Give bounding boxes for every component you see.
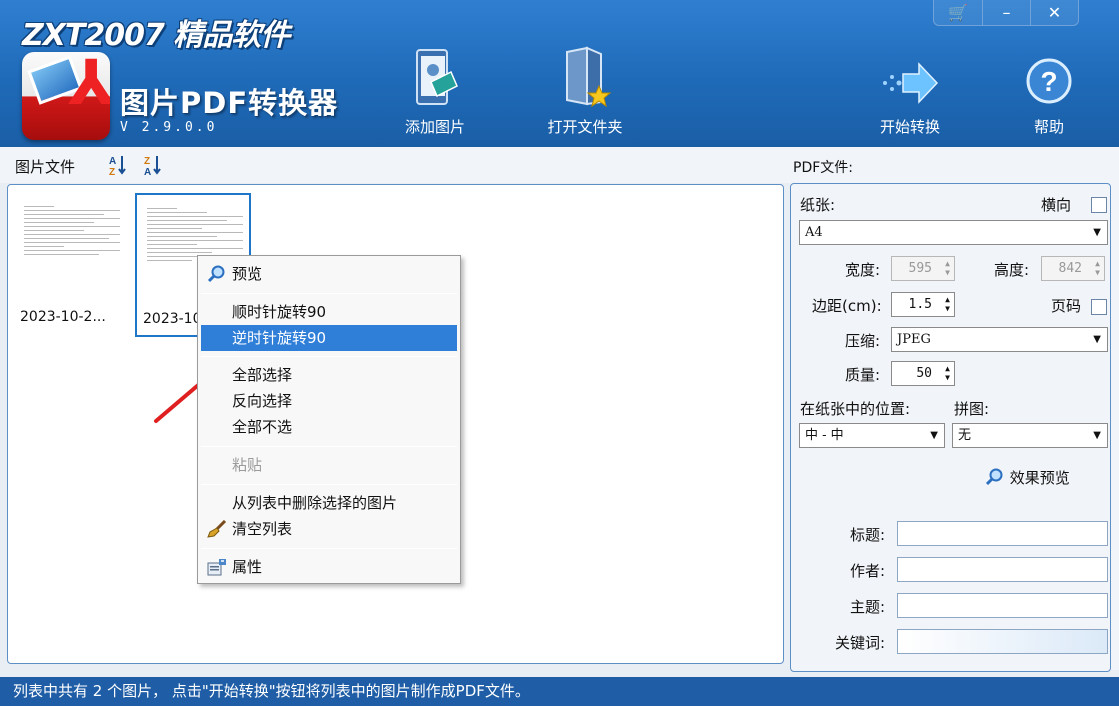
add-image-icon xyxy=(407,46,463,110)
open-folder-icon xyxy=(557,46,613,110)
menu-separator xyxy=(201,484,457,485)
sort-az-icon: A Z xyxy=(109,156,126,178)
margin-stepper[interactable]: 1.5 ▲ ▼ xyxy=(891,292,955,317)
svg-text:A: A xyxy=(109,156,116,167)
broom-icon xyxy=(207,519,227,538)
add-images-button[interactable]: 添加图片 xyxy=(380,46,490,137)
quality-label: 质量: xyxy=(845,366,881,384)
width-label: 宽度: xyxy=(845,261,881,279)
compress-select[interactable]: JPEG ▼ xyxy=(891,327,1108,352)
app-title: 图片PDF转换器 xyxy=(120,86,339,120)
svg-text:Z: Z xyxy=(144,156,150,167)
start-convert-label: 开始转换 xyxy=(879,118,940,136)
menu-item-select-all[interactable]: 全部选择 xyxy=(201,362,457,388)
image-thumbnail xyxy=(20,203,124,297)
quality-stepper[interactable]: 50 ▲ ▼ xyxy=(891,361,955,386)
dropdown-arrow-icon: ▼ xyxy=(930,430,938,441)
menu-item-preview[interactable]: 预览 xyxy=(201,261,457,287)
position-select[interactable]: 中 - 中 ▼ xyxy=(799,423,945,448)
meta-author-input[interactable] xyxy=(897,557,1108,582)
meta-subject-label: 主题: xyxy=(850,598,886,616)
meta-title-input[interactable] xyxy=(897,521,1108,546)
sort-ascending-button[interactable]: A Z xyxy=(108,154,128,178)
properties-icon xyxy=(207,558,227,576)
svg-text:?: ? xyxy=(1040,66,1057,97)
landscape-checkbox[interactable] xyxy=(1091,197,1107,213)
brand-text: ZXT2007 精品软件 xyxy=(22,18,290,53)
menu-separator xyxy=(201,293,457,294)
meta-author-label: 作者: xyxy=(850,562,886,580)
pdf-section-title: PDF文件: xyxy=(793,160,853,176)
position-label: 在纸张中的位置: xyxy=(800,400,911,418)
help-label: 帮助 xyxy=(1033,118,1064,136)
app-version: V 2.9.0.0 xyxy=(120,120,218,135)
thumbnail-caption: 2023-10 xyxy=(143,311,202,327)
header-banner: ZXT2007 精品软件 ⅄ 图片PDF转换器 V 2.9.0.0 🛒 – ✕ … xyxy=(0,0,1119,147)
height-stepper: 842 ▲ ▼ xyxy=(1041,256,1105,281)
width-stepper: 595 ▲ ▼ xyxy=(891,256,955,281)
spin-arrows-icon: ▲ ▼ xyxy=(945,259,950,277)
paper-size-select[interactable]: A4 ▼ xyxy=(799,220,1108,245)
menu-item-rotate-clockwise[interactable]: 顺时针旋转90 xyxy=(201,299,457,325)
meta-title-label: 标题: xyxy=(850,526,886,544)
context-menu: 预览 顺时针旋转90 逆时针旋转90 全部选择 反向选择 全部不选 粘贴 从列表… xyxy=(197,255,461,584)
minimize-button[interactable]: – xyxy=(982,0,1030,25)
landscape-label: 横向 xyxy=(1041,196,1072,214)
tile-select[interactable]: 无 ▼ xyxy=(952,423,1108,448)
thumbnail-caption: 2023-10-2... xyxy=(20,309,106,325)
pdf-settings-panel: PDF文件: 纸张: 横向 A4 ▼ 宽度: 595 ▲ ▼ 高度: 842 ▲ ▼ 边距… xyxy=(790,147,1119,672)
menu-separator xyxy=(201,548,457,549)
dropdown-arrow-icon: ▼ xyxy=(1093,334,1101,345)
menu-item-rotate-counterclockwise[interactable]: 逆时针旋转90 xyxy=(201,325,457,351)
paper-label: 纸张: xyxy=(800,196,836,214)
dropdown-arrow-icon: ▼ xyxy=(1093,227,1101,238)
page-number-checkbox[interactable] xyxy=(1091,299,1107,315)
close-button[interactable]: ✕ xyxy=(1030,0,1078,25)
tile-label: 拼图: xyxy=(954,400,990,418)
spin-arrows-icon: ▲ ▼ xyxy=(1095,259,1100,277)
spin-arrows-icon: ▲ ▼ xyxy=(945,295,950,313)
menu-item-invert-selection[interactable]: 反向选择 xyxy=(201,388,457,414)
image-list-toolbar: 图片文件 A Z Z A xyxy=(0,147,790,183)
add-images-label: 添加图片 xyxy=(404,118,465,136)
sort-za-icon: Z A xyxy=(144,156,161,178)
meta-keywords-input[interactable] xyxy=(897,629,1108,654)
dropdown-arrow-icon: ▼ xyxy=(1093,430,1101,441)
magnifier-icon xyxy=(207,265,227,283)
app-logo: ⅄ xyxy=(22,52,110,140)
page-number-label: 页码 xyxy=(1051,297,1082,315)
help-icon: ? xyxy=(1021,56,1077,110)
compress-label: 压缩: xyxy=(845,332,881,350)
window-controls: 🛒 – ✕ xyxy=(933,0,1079,26)
arrow-right-icon xyxy=(882,56,939,110)
menu-separator xyxy=(201,356,457,357)
svg-text:A: A xyxy=(144,167,151,176)
open-folder-label: 打开文件夹 xyxy=(547,118,623,136)
svg-text:Z: Z xyxy=(109,167,115,176)
help-button[interactable]: ? 帮助 xyxy=(994,56,1104,137)
sort-descending-button[interactable]: Z A xyxy=(143,154,163,178)
effect-preview-button[interactable]: 效果预览 xyxy=(985,467,1070,488)
open-folder-button[interactable]: 打开文件夹 xyxy=(530,46,640,137)
start-convert-button[interactable]: 开始转换 xyxy=(855,56,965,137)
meta-subject-input[interactable] xyxy=(897,593,1108,618)
image-files-label: 图片文件 xyxy=(15,158,76,176)
menu-item-select-none[interactable]: 全部不选 xyxy=(201,414,457,440)
margin-label: 边距(cm): xyxy=(812,297,882,315)
menu-item-clear-list[interactable]: 清空列表 xyxy=(201,516,457,542)
spin-arrows-icon: ▲ ▼ xyxy=(945,364,950,382)
meta-keywords-label: 关键词: xyxy=(835,634,886,652)
cart-icon[interactable]: 🛒 xyxy=(934,0,982,25)
menu-item-remove-selected[interactable]: 从列表中删除选择的图片 xyxy=(201,490,457,516)
menu-item-paste: 粘贴 xyxy=(232,456,263,474)
menu-separator xyxy=(201,446,457,447)
list-item[interactable]: 2023-10-2... xyxy=(14,193,130,337)
menu-item-properties[interactable]: 属性 xyxy=(201,554,457,580)
pdf-settings-box: 纸张: 横向 A4 ▼ 宽度: 595 ▲ ▼ 高度: 842 ▲ ▼ 边距(cm): 1… xyxy=(790,183,1111,672)
magnifier-icon xyxy=(985,468,1003,486)
height-label: 高度: xyxy=(994,261,1030,279)
status-bar: 列表中共有 2 个图片， 点击"开始转换"按钮将列表中的图片制作成PDF文件。 xyxy=(0,677,1119,706)
